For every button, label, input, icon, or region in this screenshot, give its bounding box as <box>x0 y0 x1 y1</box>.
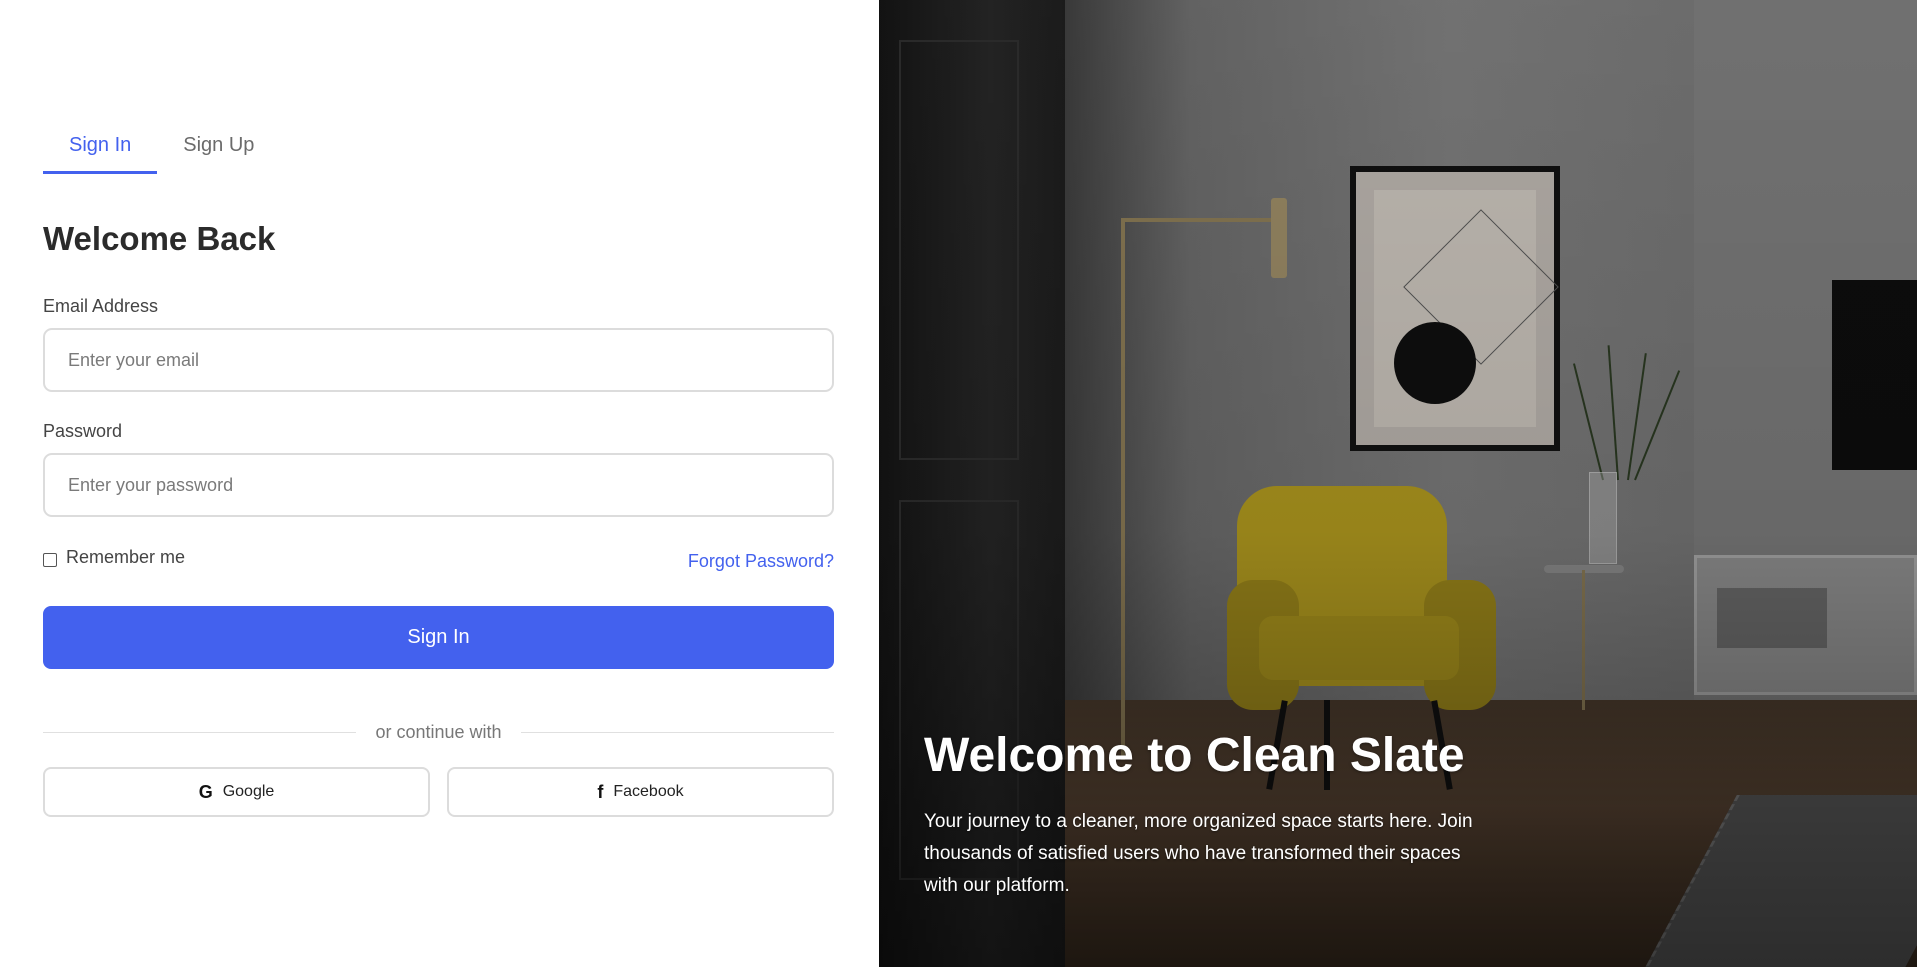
google-button-label: Google <box>222 783 275 800</box>
email-label: Email Address <box>43 296 159 316</box>
hero-description: Your journey to a cleaner, more organize… <box>924 811 1473 896</box>
remember-me-checkbox[interactable] <box>43 552 57 567</box>
facebook-button[interactable]: f Facebook <box>447 767 834 817</box>
divider-line-right <box>521 732 834 733</box>
tab-sign-up[interactable]: Sign Up <box>157 126 280 174</box>
facebook-button-label: Facebook <box>613 783 684 800</box>
password-field[interactable] <box>43 453 834 517</box>
password-label: Password <box>43 421 123 441</box>
forgot-password-link[interactable]: Forgot Password? <box>688 551 834 572</box>
hero-title: Welcome to Clean Slate <box>924 729 1465 782</box>
sign-in-button[interactable]: Sign In <box>43 606 834 669</box>
social-divider: or continue with <box>43 720 834 746</box>
facebook-icon: f <box>597 781 604 802</box>
tab-sign-in[interactable]: Sign In <box>43 126 158 174</box>
remember-me-label[interactable]: Remember me <box>66 547 185 568</box>
auth-panel: Sign In Sign Up Welcome Back Email Addre… <box>0 0 879 967</box>
google-button[interactable]: G Google <box>43 767 430 817</box>
google-icon: G <box>198 781 213 802</box>
hero-panel: Welcome to Clean Slate Your journey to a… <box>879 0 1917 967</box>
page-title: Welcome Back <box>43 220 276 257</box>
remember-me: Remember me <box>43 547 185 568</box>
auth-tabs: Sign In Sign Up <box>43 126 280 174</box>
email-field[interactable] <box>43 328 834 392</box>
